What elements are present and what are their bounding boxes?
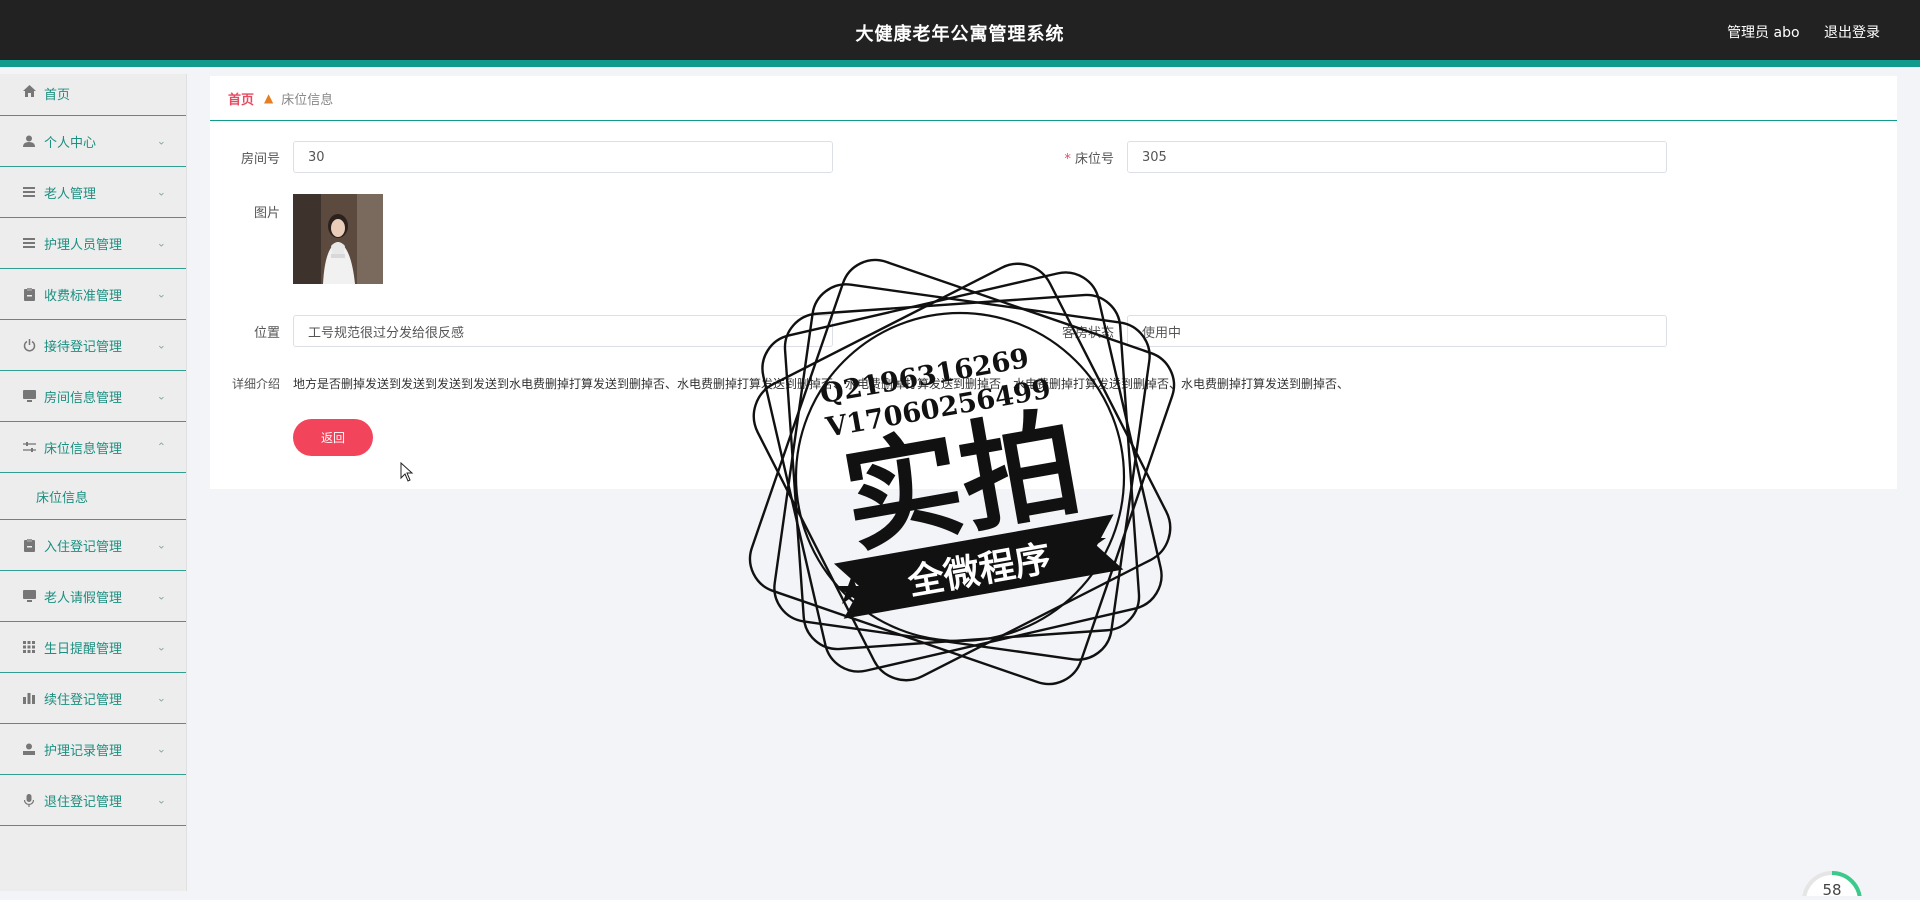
chevron-down-icon: ⌄: [156, 185, 166, 199]
list-icon: [22, 236, 36, 250]
clipboard-icon: [22, 538, 36, 552]
logout-link[interactable]: 退出登录: [1824, 25, 1880, 41]
home-icon: [22, 84, 36, 98]
sidebar-item-label: 护理记录管理: [44, 743, 123, 759]
chevron-up-icon: ⌃: [156, 440, 166, 454]
sidebar-item-leave[interactable]: 老人请假管理 ⌄: [0, 571, 186, 622]
sidebar-item-label: 续住登记管理: [44, 692, 123, 708]
sidebar-item-birthday[interactable]: 生日提醒管理 ⌄: [0, 622, 186, 673]
sliders-icon: [22, 440, 36, 454]
breadcrumb: 首页 ▲ 床位信息: [210, 76, 1897, 121]
sidebar-item-personal-center[interactable]: 个人中心 ⌄: [0, 116, 186, 167]
breadcrumb-home-link[interactable]: 首页: [228, 89, 254, 108]
required-mark: *: [1064, 152, 1075, 167]
room-number-field[interactable]: 30: [293, 141, 833, 173]
sidebar-item-label: 入住登记管理: [44, 539, 123, 555]
sidebar-item-label: 生日提醒管理: [44, 641, 123, 657]
sidebar-item-reception[interactable]: 接待登记管理 ⌄: [0, 320, 186, 371]
sidebar-item-fee-standard[interactable]: 收费标准管理 ⌄: [0, 269, 186, 320]
sidebar-item-label: 接待登记管理: [44, 339, 123, 355]
speed-widget: 58: [1797, 866, 1867, 900]
chevron-down-icon: ⌄: [156, 236, 166, 250]
bed-number-label-text: 床位号: [1074, 152, 1114, 167]
sidebar-item-label: 床位信息管理: [44, 441, 123, 457]
sidebar-item-bed-info[interactable]: 床位信息管理 ⌃: [0, 422, 186, 473]
monitor-icon: [22, 389, 36, 403]
grid-icon: [22, 640, 36, 654]
sidebar-item-elder[interactable]: 老人管理 ⌄: [0, 167, 186, 218]
sidebar-item-room-info[interactable]: 房间信息管理 ⌄: [0, 371, 186, 422]
top-header: 大健康老年公寓管理系统 管理员 abo 退出登录: [0, 0, 1920, 67]
sidebar-item-label: 房间信息管理: [44, 390, 123, 406]
image-label: 图片: [253, 206, 280, 221]
bed-number-field[interactable]: 305: [1127, 141, 1667, 173]
bed-number-label: * 床位号: [1044, 148, 1114, 167]
sidebar-item-nurse[interactable]: 护理人员管理 ⌄: [0, 218, 186, 269]
basket-icon: ▲: [264, 91, 274, 105]
back-button[interactable]: 返回: [293, 419, 373, 456]
sidebar-item-home[interactable]: 首页: [0, 74, 186, 116]
user-icon: [22, 134, 36, 148]
chevron-down-icon: ⌄: [156, 538, 166, 552]
clipboard-icon: [22, 287, 36, 301]
chevron-down-icon: ⌄: [156, 793, 166, 807]
location-label: 位置: [253, 326, 280, 341]
monitor-icon: [22, 589, 36, 603]
chevron-down-icon: ⌄: [156, 589, 166, 603]
sidebar-item-label: 老人管理: [44, 186, 97, 202]
person-icon: [22, 742, 36, 756]
chevron-down-icon: ⌄: [156, 640, 166, 654]
breadcrumb-current: 床位信息: [281, 92, 334, 108]
chevron-down-icon: ⌄: [156, 338, 166, 352]
sidebar: 首页 个人中心 ⌄ 老人管理 ⌄ 护理人员管理 ⌄ 收费标准管理 ⌄ 接待登记管…: [0, 74, 187, 891]
sidebar-item-label: 护理人员管理: [44, 237, 123, 253]
chevron-down-icon: ⌄: [156, 742, 166, 756]
admin-username: 管理员 abo: [1727, 25, 1800, 41]
sidebar-item-label: 收费标准管理: [44, 288, 123, 304]
list-icon: [22, 185, 36, 199]
watermark-stamp: Q2196316269 V17060256499 实拍 全微程序: [742, 252, 1182, 696]
sidebar-item-checkout[interactable]: 退住登记管理 ⌄: [0, 775, 186, 826]
sidebar-item-nursing-record[interactable]: 护理记录管理 ⌄: [0, 724, 186, 775]
bed-photo-thumbnail[interactable]: [293, 194, 383, 284]
speed-value: 58: [1822, 881, 1841, 896]
mouse-cursor-icon: [400, 461, 414, 486]
sidebar-item-renewal[interactable]: 续住登记管理 ⌄: [0, 673, 186, 724]
header-user-area: 管理员 abo 退出登录: [1707, 22, 1880, 42]
sidebar-item-label: 个人中心: [44, 135, 97, 151]
chevron-down-icon: ⌄: [156, 389, 166, 403]
room-status-field[interactable]: 使用中: [1127, 315, 1667, 347]
detail-label: 详细介绍: [231, 377, 280, 391]
sidebar-item-label: 首页: [44, 88, 71, 103]
power-icon: [22, 338, 36, 352]
chevron-down-icon: ⌄: [156, 134, 166, 148]
room-number-label: 房间号: [240, 152, 280, 167]
bar-chart-icon: [22, 691, 36, 705]
chevron-down-icon: ⌄: [156, 691, 166, 705]
sidebar-item-label: 老人请假管理: [44, 590, 123, 606]
sidebar-item-label: 退住登记管理: [44, 794, 123, 810]
sidebar-subitem-bed-info[interactable]: 床位信息: [0, 473, 186, 520]
app-title: 大健康老年公寓管理系统: [855, 24, 1065, 45]
sidebar-item-checkin[interactable]: 入住登记管理 ⌄: [0, 520, 186, 571]
mic-icon: [22, 793, 36, 807]
chevron-down-icon: ⌄: [156, 287, 166, 301]
